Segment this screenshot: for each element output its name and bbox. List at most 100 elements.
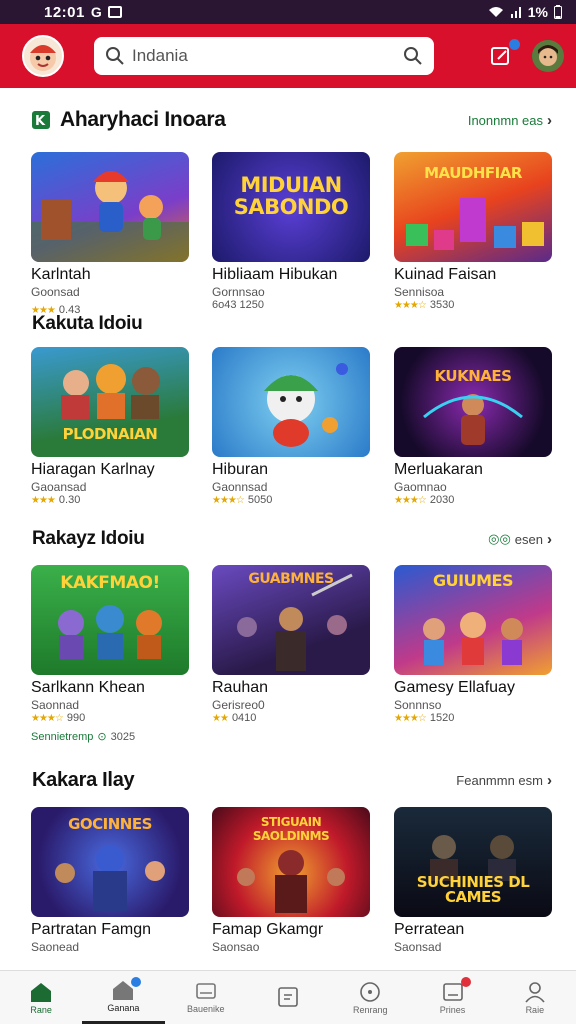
section-title: Aharyhaci Inoara (60, 108, 226, 131)
game-title: Gamesy Ellafuay (394, 679, 515, 696)
game-category: Sennisoa (394, 285, 445, 299)
app-logo-avatar[interactable] (22, 35, 64, 77)
game-category: Goonsad (31, 285, 80, 299)
rating-stars-icon: ★★★☆ (212, 494, 245, 506)
g-icon: G (90, 4, 102, 20)
game-thumbnail: SUCHINIES DL CAMES (394, 807, 552, 917)
nav-label: Prines (439, 1004, 466, 1015)
nav-tasks[interactable] (247, 971, 329, 1024)
game-title: Hiaragan Karlnay (31, 461, 155, 478)
search-submit-icon[interactable] (402, 45, 424, 67)
tasks-icon (278, 986, 298, 1007)
nav-inbox[interactable]: Prines (411, 971, 493, 1024)
game-card[interactable]: Karlntah Goonsad (31, 152, 189, 299)
game-stats: ★★★☆ 990 (31, 712, 86, 724)
game-title: Hibliaam Hibukan (212, 266, 338, 283)
see-all-link[interactable]: ◎◎ esen › (488, 531, 552, 548)
nav-badge (460, 977, 471, 987)
game-thumbnail (31, 152, 189, 262)
game-card[interactable]: MAUDHFIAR Kuinad Faisan Sennisoa ★★★☆ 353… (394, 152, 552, 311)
compass-icon (360, 981, 381, 1002)
game-stats: ★★★☆ 2030 (394, 494, 455, 506)
inbox-icon (442, 982, 463, 1001)
game-thumbnail: KUKNAES (394, 347, 552, 457)
search-icon (106, 47, 124, 65)
game-thumbnail: GUIUMES (394, 565, 552, 675)
game-card[interactable]: Hiburan Gaonnsad ★★★☆ 5050 (212, 347, 370, 506)
fire-warriors-art (237, 850, 345, 913)
nav-label: Bauenike (186, 1003, 225, 1014)
see-all-link[interactable]: Inonnmn eas › (468, 112, 552, 129)
see-all-link[interactable]: Feanmmn esm › (456, 772, 552, 789)
game-card[interactable]: KAKFMAO! Sarlkann Khean Saonnad ★★★☆ 990 … (31, 565, 189, 743)
game-thumbnail: GOCINNES (31, 807, 189, 917)
edit-notifications-button[interactable] (486, 39, 520, 71)
status-bar: 12:01 G 1% (0, 0, 576, 24)
nav-label: Rane (30, 1004, 52, 1015)
home-icon (31, 982, 52, 1002)
game-card[interactable]: MIDUIAN SABONDO Hibliaam Hibukan Gornnsa… (212, 152, 370, 311)
game-card[interactable]: KUKNAES Merluakaran Gaomnao ★★★☆ 2030 (394, 347, 552, 506)
game-card[interactable]: GUIUMES Gamesy Ellafuay Sonnnso ★★★☆ 1520 (394, 565, 552, 724)
game-category: Saonsad (394, 940, 442, 954)
game-thumbnail: MAUDHFIAR (394, 152, 552, 262)
rating-stars-icon: ★★★☆ (394, 712, 427, 724)
notification-icon (107, 6, 122, 18)
hero-art (423, 394, 523, 445)
game-title: Partratan Famgn (31, 921, 152, 938)
section-header: Kakara Ilay Feanmmn esm › (32, 766, 552, 794)
game-card[interactable]: PLODNAIAN Hiaragan Karlnay Gaoansad ★★★ 0… (31, 347, 189, 506)
mascot-art (264, 363, 348, 447)
cartoon-characters-art (31, 171, 189, 262)
section-header: Kakuta Idoiu (32, 310, 552, 338)
bottom-navigation: Rane Ganana Bauenike Renrang Prines Raie (0, 970, 576, 1024)
game-category: Gaoansad (31, 480, 87, 494)
user-icon (525, 981, 545, 1003)
game-card[interactable]: SUCHINIES DL CAMES Perratean Saonsad (394, 807, 552, 954)
game-category: Sonnnso (394, 698, 442, 712)
game-stats: ★★★☆ 5050 (212, 494, 273, 506)
content-feed: K Aharyhaci Inoara Inonnmn eas › Karlntah… (0, 88, 576, 970)
game-stats: ★★ 0410 (212, 712, 257, 724)
nav-games[interactable]: Ganana (82, 971, 165, 1024)
game-thumbnail: GUABMNES (212, 565, 370, 675)
chevron-right-icon: › (547, 111, 552, 129)
nav-library[interactable]: Bauenike (165, 971, 247, 1024)
library-icon (195, 982, 216, 999)
game-title: Karlntah (31, 266, 91, 283)
status-time: 12:01 (44, 3, 85, 21)
rating-stars-icon: ★★★☆ (31, 712, 64, 724)
game-thumbnail (212, 347, 370, 457)
rating-stars-icon: ★★★☆ (394, 299, 427, 311)
game-title: Perratean (394, 921, 465, 938)
game-card[interactable]: GUABMNES Rauhan Gerisreo0 ★★ 0410 (212, 565, 370, 724)
profile-avatar[interactable] (532, 40, 564, 72)
battery-percent: 1% (527, 4, 548, 20)
wifi-icon (488, 7, 503, 17)
game-category: Gornnsao (212, 285, 265, 299)
game-stats: ★★★☆ 1520 (394, 712, 455, 724)
section-title: Rakayz Idoiu (32, 528, 145, 549)
nav-home[interactable]: Rane (0, 971, 82, 1024)
rating-stars-icon: ★★ (212, 712, 229, 724)
search-input[interactable] (132, 46, 402, 66)
game-thumbnail: KAKFMAO! (31, 565, 189, 675)
game-art-title: PLODNAIAN (62, 425, 158, 443)
game-thumbnail: PLODNAIAN (31, 347, 189, 457)
nav-label: Ganana (107, 1003, 140, 1013)
nav-profile[interactable]: Raie (494, 971, 576, 1024)
section-title: Kakara Ilay (32, 768, 135, 791)
ninja-characters-art (55, 845, 165, 911)
nav-explore[interactable]: Renrang (329, 971, 411, 1024)
game-card[interactable]: GOCINNES Partratan Famgn Saonead (31, 807, 189, 954)
search-bar[interactable] (94, 37, 434, 75)
game-card[interactable]: STIGUAIN SAOLDINMS Famap Gkamgr Saonsao (212, 807, 370, 954)
trio-characters-art (58, 605, 162, 659)
toggle-icon: ◎◎ (488, 531, 511, 546)
game-extra-info: Sennietremp ⊙ 3025 (31, 730, 136, 744)
svg-text:K: K (35, 114, 46, 129)
rating-stars-icon: ★★★ (31, 494, 56, 506)
game-category: Saonnad (31, 698, 80, 712)
game-category: Gaonnsad (212, 480, 268, 494)
nav-label: Raie (525, 1004, 545, 1015)
